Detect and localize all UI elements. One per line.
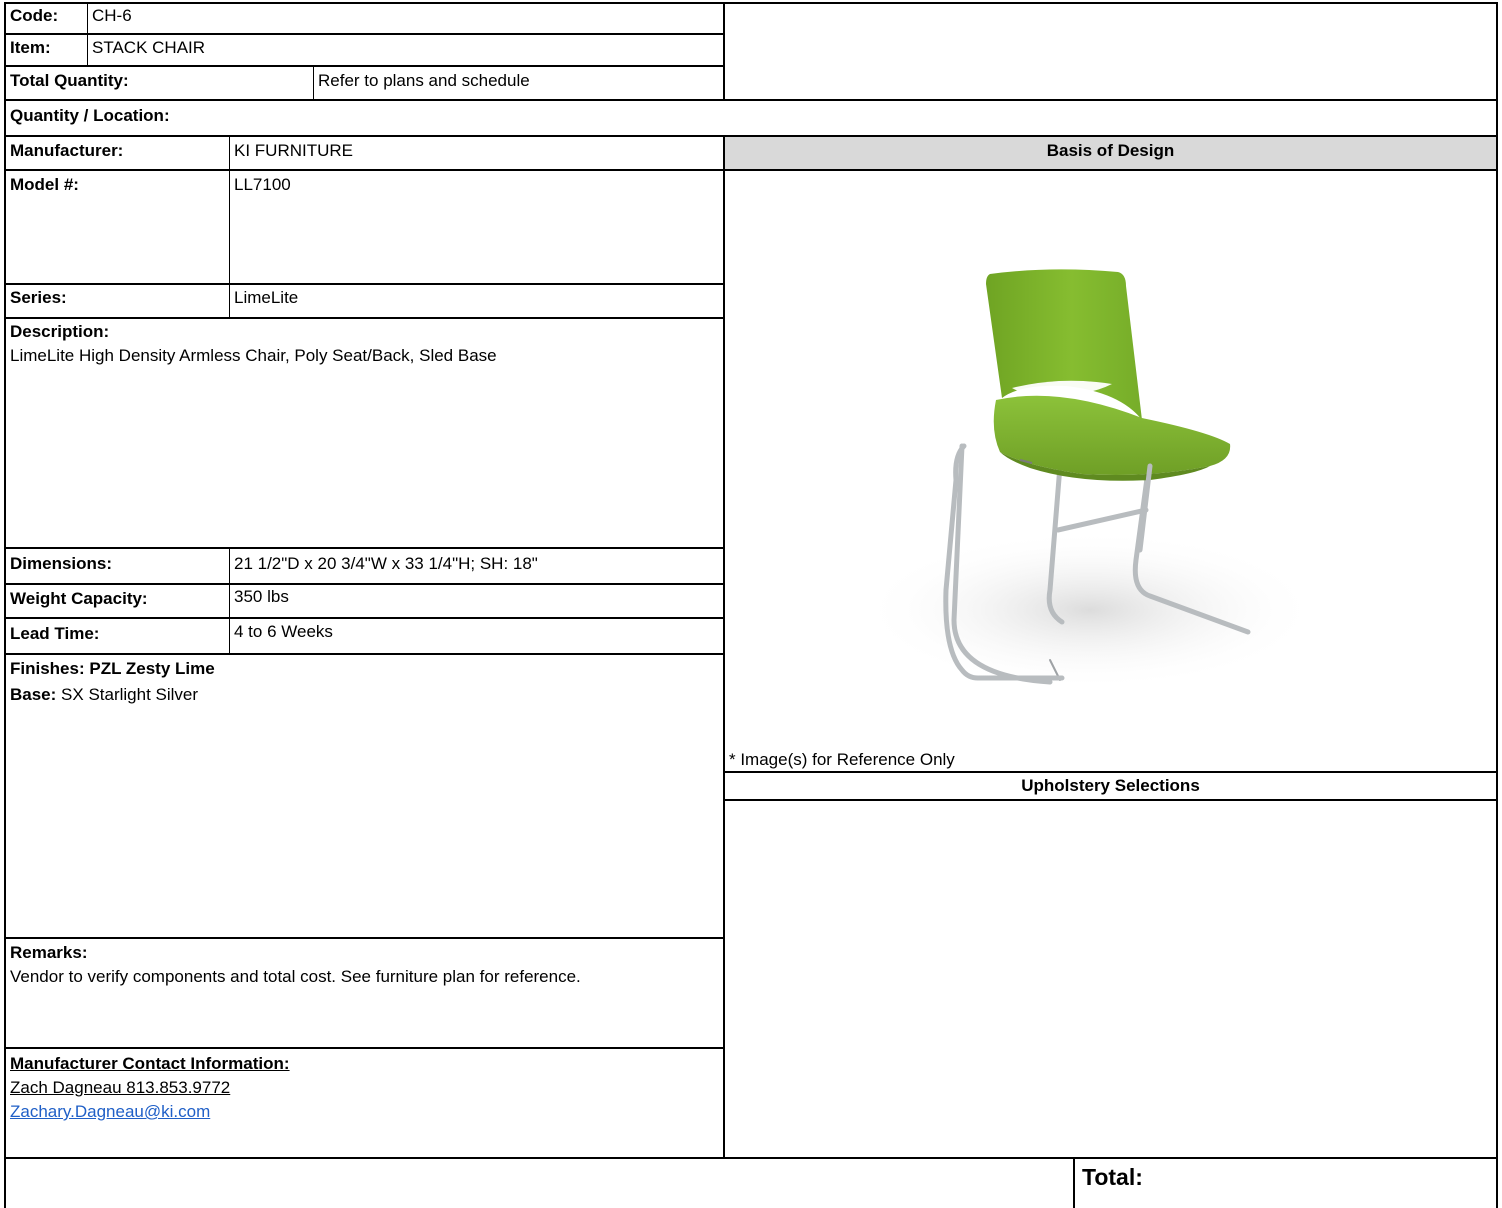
model-value: LL7100: [234, 175, 291, 194]
manufacturer-label: Manufacturer:: [10, 141, 124, 160]
basis-of-design-heading: Basis of Design: [1046, 141, 1175, 160]
finishes-label: Finishes:: [10, 659, 85, 678]
description-label: Description:: [10, 322, 110, 341]
series-value: LimeLite: [234, 288, 299, 307]
image-reference-note: * Image(s) for Reference Only: [729, 750, 955, 769]
spec-sheet: Code: CH-6 Item: STACK CHAIR Total Quant…: [0, 0, 1502, 1208]
base-value: SX Starlight Silver: [61, 685, 199, 704]
code-value: CH-6: [92, 6, 132, 25]
lead-time-label: Lead Time:: [10, 624, 100, 643]
finishes-value: PZL Zesty Lime: [89, 659, 215, 678]
total-quantity-label: Total Quantity:: [10, 71, 129, 90]
total-label: Total:: [1082, 1164, 1143, 1190]
base-label: Base:: [10, 685, 57, 704]
total-quantity-value: Refer to plans and schedule: [318, 71, 530, 90]
dimensions-label: Dimensions:: [10, 554, 113, 573]
item-label: Item:: [10, 38, 51, 57]
quantity-location-label: Quantity / Location:: [10, 106, 170, 125]
remarks-label: Remarks:: [10, 943, 88, 962]
finishes-line: Finishes: PZL Zesty Lime: [10, 659, 215, 679]
weight-capacity-label: Weight Capacity:: [10, 589, 148, 608]
base-line: Base: SX Starlight Silver: [10, 685, 198, 705]
contact-name-phone[interactable]: Zach Dagneau 813.853.9772: [10, 1078, 230, 1098]
contact-email-link[interactable]: Zachary.Dagneau@ki.com: [10, 1102, 210, 1122]
dimensions-value: 21 1/2"D x 20 3/4"W x 33 1/4"H; SH: 18": [234, 554, 538, 573]
lead-time-value: 4 to 6 Weeks: [234, 622, 333, 641]
manufacturer-value: KI FURNITURE: [234, 141, 353, 160]
weight-capacity-value: 350 lbs: [234, 587, 289, 606]
chair-image: [860, 269, 1310, 690]
item-value: STACK CHAIR: [92, 38, 206, 57]
remarks-value: Vendor to verify components and total co…: [10, 967, 581, 986]
series-label: Series:: [10, 288, 67, 307]
code-label: Code:: [10, 6, 59, 25]
contact-label: Manufacturer Contact Information:: [10, 1054, 290, 1073]
upholstery-selections-heading: Upholstery Selections: [1021, 776, 1200, 795]
description-value: LimeLite High Density Armless Chair, Pol…: [10, 346, 497, 365]
model-label: Model #:: [10, 175, 79, 194]
